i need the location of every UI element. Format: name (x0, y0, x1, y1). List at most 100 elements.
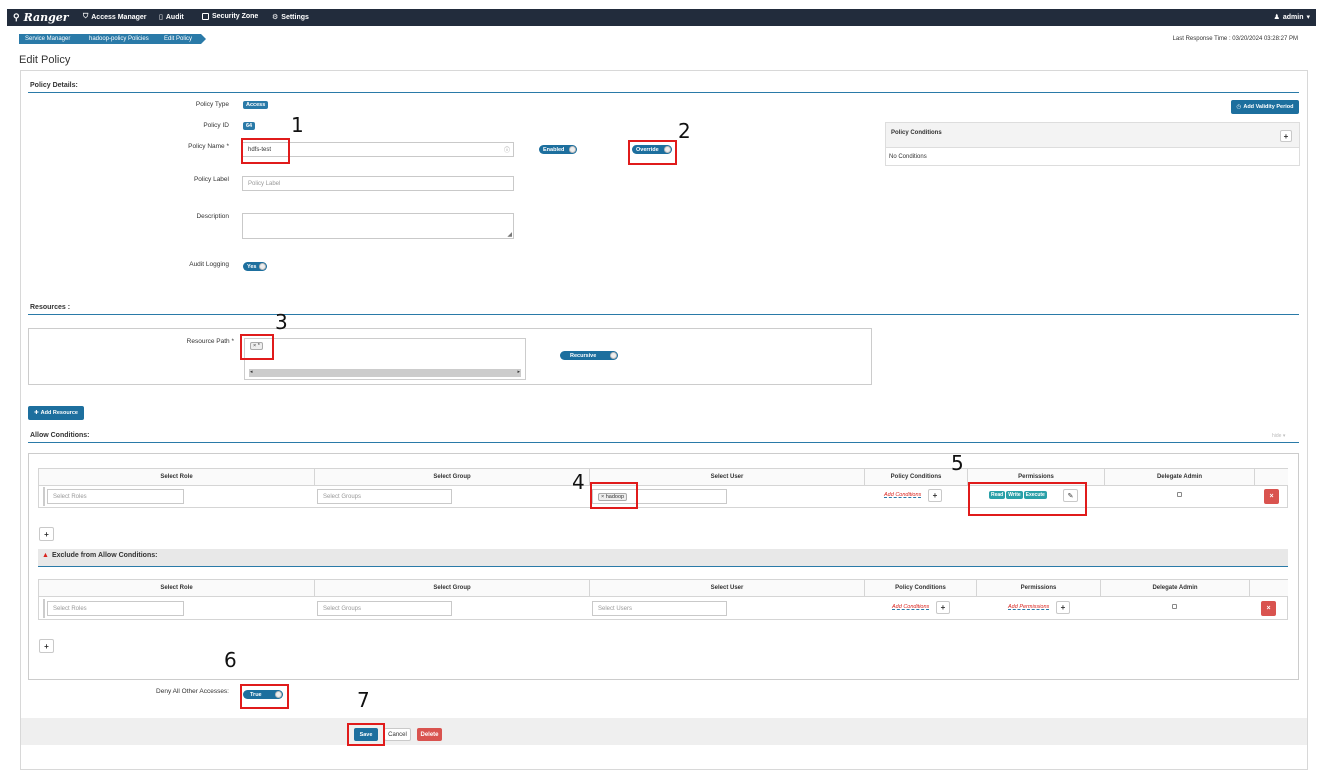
add-policy-condition-button[interactable]: + (1280, 130, 1292, 142)
callout-box-4 (590, 482, 638, 509)
row-divider (39, 485, 1287, 486)
gear-icon: ⚙ (272, 14, 279, 21)
toggle-knob (259, 263, 266, 270)
plus-icon: ✚ (34, 410, 39, 416)
top-navbar: ⚲ Ranger ⛉ Access Manager ▯ Audit Security… (7, 9, 1316, 26)
exclude-groups-input[interactable]: Select Groups (317, 601, 452, 616)
exclude-heading: ▲ Exclude from Allow Conditions: (42, 552, 157, 559)
delete-button[interactable]: Delete (417, 728, 442, 741)
roles-placeholder: Select Roles (53, 493, 87, 500)
policy-name-label: Policy Name * (188, 143, 229, 150)
resource-path-label: Resource Path * (186, 338, 234, 345)
enabled-toggle[interactable]: Enabled (539, 145, 577, 154)
allow-groups-input[interactable]: Select Groups (317, 489, 452, 504)
col-select-group: Select Group (315, 580, 590, 596)
description-textarea[interactable]: ◢ (242, 213, 514, 239)
ranger-logo-icon: ⚲ (13, 12, 20, 23)
drag-handle[interactable] (43, 599, 45, 618)
no-conditions-text: No Conditions (889, 154, 927, 160)
horizontal-scrollbar[interactable] (249, 369, 521, 377)
audit-logging-label: Audit Logging (189, 261, 229, 268)
add-resource-button[interactable]: ✚ Add Resource (28, 406, 84, 420)
allow-roles-input[interactable]: Select Roles (47, 489, 184, 504)
exclude-add-permission-button[interactable]: + (1056, 601, 1070, 614)
add-validity-period-button[interactable]: ◷ Add Validity Period (1231, 100, 1299, 114)
col-select-user: Select User (590, 580, 865, 596)
description-label: Description (196, 213, 229, 220)
exclude-users-input[interactable]: Select Users (592, 601, 727, 616)
exclude-conditions-table: Select Role Select Group Select User Pol… (38, 579, 1288, 620)
resize-handle-icon: ◢ (507, 232, 512, 238)
exclude-delegate-admin-checkbox[interactable] (1172, 604, 1177, 609)
user-icon: ♟ (1273, 14, 1280, 21)
callout-box-3 (240, 334, 274, 360)
ranger-logo[interactable]: ⚲ Ranger (13, 11, 69, 24)
add-allow-row-button[interactable]: + (39, 527, 54, 541)
resource-path-input[interactable]: × * ◂ ▸ (244, 338, 526, 380)
policy-details-heading: Policy Details: (30, 82, 78, 89)
allow-add-conditions-link[interactable]: Add Conditions (884, 491, 921, 498)
allow-add-condition-button[interactable]: + (928, 489, 942, 502)
nav-settings[interactable]: ⚙ Settings (272, 13, 309, 22)
section-divider (38, 566, 1288, 567)
recursive-toggle[interactable]: Recursive (560, 351, 618, 360)
callout-box-1 (241, 138, 290, 164)
last-response-time: Last Response Time : 03/20/2024 03:28:27… (1172, 36, 1298, 42)
brand-name: Ranger (23, 11, 69, 24)
section-divider (28, 314, 1299, 315)
callout-number: 3 (275, 310, 288, 334)
policy-id-badge: 64 (243, 122, 256, 130)
nav-security-zone[interactable]: Security Zone (202, 13, 258, 20)
resources-heading: Resources : (30, 304, 71, 311)
policy-type-label: Policy Type (195, 101, 229, 108)
audit-logging-toggle[interactable]: Yes (243, 262, 267, 271)
nav-access-manager[interactable]: ⛉ Access Manager (83, 13, 147, 21)
col-select-group: Select Group (315, 469, 590, 485)
scroll-left-icon[interactable]: ◂ (250, 369, 253, 375)
policy-label-input[interactable]: Policy Label (242, 176, 514, 191)
policy-conditions-header (886, 123, 1299, 148)
groups-placeholder: Select Groups (323, 605, 362, 612)
nav-audit[interactable]: ▯ Audit (159, 13, 184, 22)
callout-number: 7 (357, 688, 370, 712)
breadcrumb-label: hadoop-policy Policies (89, 36, 149, 42)
clock-icon: ◷ (1236, 104, 1242, 110)
callout-box-6 (240, 684, 289, 709)
scroll-right-icon[interactable]: ▸ (517, 369, 520, 375)
policy-conditions-box: Policy Conditions + No Conditions (885, 122, 1300, 166)
drag-handle[interactable] (43, 487, 45, 506)
audit-logging-value: Yes (247, 263, 257, 270)
add-conditions-label: Add Conditions (892, 604, 930, 610)
policy-id-label: Policy ID (203, 122, 229, 129)
exclude-roles-input[interactable]: Select Roles (47, 601, 184, 616)
form-actions-bar (21, 718, 1307, 745)
toggle-knob (569, 146, 576, 153)
policy-label-label: Policy Label (193, 176, 229, 183)
groups-placeholder: Select Groups (323, 493, 362, 500)
col-permissions: Permissions (977, 580, 1101, 596)
callout-number: 1 (291, 113, 304, 137)
user-name: admin (1282, 13, 1304, 21)
policy-label-placeholder: Policy Label (248, 180, 281, 187)
add-validity-label: Add Validity Period (1243, 104, 1294, 110)
add-exclude-row-button[interactable]: + (39, 639, 54, 653)
breadcrumb-policies[interactable]: hadoop-policy Policies (81, 34, 166, 44)
allow-delegate-admin-checkbox[interactable] (1177, 492, 1182, 497)
user-menu[interactable]: ♟ admin ▾ (1273, 13, 1310, 22)
nav-access-manager-label: Access Manager (91, 13, 147, 21)
hide-toggle[interactable]: hide ▾ (1272, 433, 1285, 439)
exclude-add-permissions-link[interactable]: Add Permissions (1008, 603, 1049, 610)
cancel-button[interactable]: Cancel (384, 728, 411, 741)
add-resource-label: Add Resource (40, 410, 78, 416)
exclude-add-conditions-link[interactable]: Add Conditions (892, 603, 929, 610)
breadcrumb-edit-policy: Edit Policy (157, 34, 206, 44)
breadcrumb-label: Service Manager (25, 36, 71, 42)
allow-delete-row-button[interactable]: × (1264, 489, 1279, 504)
callout-number: 4 (572, 470, 585, 494)
warning-icon: ▲ (42, 552, 49, 559)
exclude-add-condition-button[interactable]: + (936, 601, 950, 614)
exclude-delete-row-button[interactable]: × (1261, 601, 1276, 616)
col-select-role: Select Role (39, 580, 315, 596)
callout-box-2 (628, 140, 677, 165)
page-title: Edit Policy (19, 54, 71, 66)
